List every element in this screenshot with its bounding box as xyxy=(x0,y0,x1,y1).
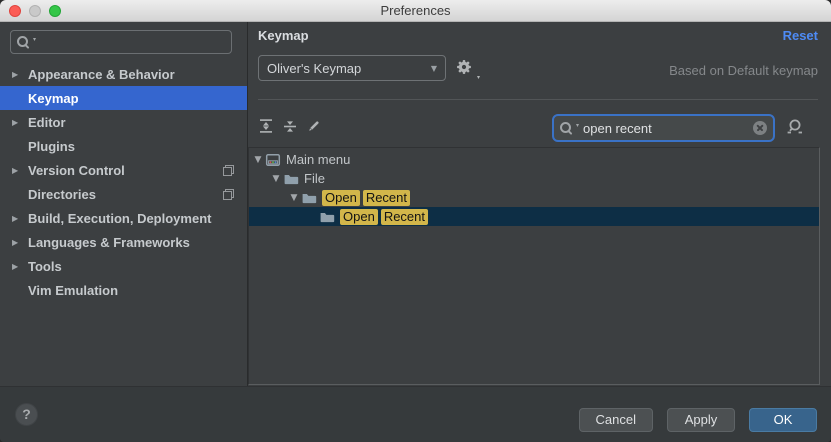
chevron-right-icon: ▶ xyxy=(12,238,28,247)
sidebar-item-label: Version Control xyxy=(28,163,125,178)
folder-icon xyxy=(319,209,335,225)
window-title: Preferences xyxy=(0,0,831,21)
sidebar-item-editor[interactable]: ▶ Editor xyxy=(0,110,247,134)
keymap-scheme-value: Oliver's Keymap xyxy=(267,61,361,76)
chevron-right-icon: ▶ xyxy=(12,262,28,271)
tree-expanded-icon[interactable]: ▼ xyxy=(251,155,265,165)
tree-node-label: File xyxy=(304,171,325,186)
sidebar-item-version-control[interactable]: ▶ Version Control xyxy=(0,158,247,182)
per-project-settings-icon xyxy=(223,189,234,200)
main-menu-icon xyxy=(265,152,281,168)
titlebar: Preferences xyxy=(0,0,831,22)
sidebar-item-label: Appearance & Behavior xyxy=(28,67,175,82)
sidebar-item-label: Keymap xyxy=(28,91,79,106)
close-window-button[interactable] xyxy=(9,5,21,17)
search-match-highlight: Recent xyxy=(363,190,410,206)
sidebar-item-label: Tools xyxy=(28,259,62,274)
keymap-settings-gear-button[interactable]: ▾ xyxy=(455,58,477,80)
sidebar-item-keymap[interactable]: Keymap xyxy=(0,86,247,110)
reset-link[interactable]: Reset xyxy=(783,28,818,43)
search-icon xyxy=(17,35,32,49)
sidebar-item-languages-frameworks[interactable]: ▶ Languages & Frameworks xyxy=(0,230,247,254)
ok-button[interactable]: OK xyxy=(749,408,817,432)
search-match-highlight: Recent xyxy=(381,209,428,225)
tree-node-label: Main menu xyxy=(286,152,350,167)
gear-icon xyxy=(455,58,473,76)
sidebar-item-tools[interactable]: ▶ Tools xyxy=(0,254,247,278)
search-match-highlight: Open xyxy=(322,190,360,206)
sidebar-item-label: Build, Execution, Deployment xyxy=(28,211,211,226)
dialog-content: ▾ ▶ Appearance & Behavior Keymap ▶ Edito… xyxy=(0,22,831,386)
cancel-button[interactable]: Cancel xyxy=(579,408,653,432)
search-options-caret-icon: ▾ xyxy=(576,122,579,129)
sidebar-item-build-execution-deployment[interactable]: ▶ Build, Execution, Deployment xyxy=(0,206,247,230)
sidebar-item-label: Vim Emulation xyxy=(28,283,118,298)
folder-icon xyxy=(283,171,299,187)
edit-shortcut-button[interactable] xyxy=(306,118,322,134)
search-options-caret-icon: ▾ xyxy=(33,36,36,43)
based-on-label: Based on Default keymap xyxy=(669,63,818,78)
page-title: Keymap xyxy=(258,28,309,43)
sidebar-item-directories[interactable]: Directories xyxy=(0,182,247,206)
header-separator xyxy=(258,99,818,100)
chevron-right-icon: ▶ xyxy=(12,70,28,79)
dialog-footer: ? Cancel Apply OK xyxy=(0,386,831,442)
collapse-all-button[interactable] xyxy=(282,118,298,134)
settings-search-input[interactable] xyxy=(40,35,225,50)
expand-all-button[interactable] xyxy=(258,118,274,134)
zoom-window-button[interactable] xyxy=(49,5,61,17)
folder-icon xyxy=(301,190,317,206)
search-match-highlight: Open xyxy=(340,209,378,225)
sidebar-item-vim-emulation[interactable]: Vim Emulation xyxy=(0,278,247,302)
settings-sidebar: ▾ ▶ Appearance & Behavior Keymap ▶ Edito… xyxy=(0,22,248,386)
clear-search-icon[interactable] xyxy=(753,121,767,135)
sidebar-item-label: Editor xyxy=(28,115,66,130)
keymap-actions-tree: ▼ Main menu ▼ File xyxy=(248,147,820,385)
tree-expanded-icon[interactable]: ▼ xyxy=(269,174,283,184)
help-button[interactable]: ? xyxy=(15,403,38,426)
sidebar-item-label: Directories xyxy=(28,187,96,202)
sidebar-item-plugins[interactable]: Plugins xyxy=(0,134,247,158)
tree-row-file[interactable]: ▼ File xyxy=(249,169,819,188)
chevron-down-icon: ▼ xyxy=(431,64,437,73)
settings-search-box[interactable]: ▾ xyxy=(10,30,232,54)
preferences-window: Preferences ▾ ▶ Appearance & Behavior Ke… xyxy=(0,0,831,442)
minimize-window-button[interactable] xyxy=(29,5,41,17)
chevron-right-icon: ▶ xyxy=(12,214,28,223)
keymap-search-box[interactable]: ▾ xyxy=(552,114,775,142)
dialog-buttons: Cancel Apply OK xyxy=(579,408,817,432)
apply-button[interactable]: Apply xyxy=(667,408,735,432)
per-project-settings-icon xyxy=(223,165,234,176)
chevron-right-icon: ▶ xyxy=(12,118,28,127)
tree-row-open-recent-parent[interactable]: ▼ Open Recent xyxy=(249,188,819,207)
find-by-shortcut-button[interactable] xyxy=(785,117,805,137)
tree-row-main-menu[interactable]: ▼ Main menu xyxy=(249,150,819,169)
settings-category-list: ▶ Appearance & Behavior Keymap ▶ Editor … xyxy=(0,62,247,302)
sidebar-item-label: Plugins xyxy=(28,139,75,154)
search-icon xyxy=(560,121,575,135)
keymap-page: Keymap Reset Oliver's Keymap ▼ xyxy=(248,22,831,386)
sidebar-item-label: Languages & Frameworks xyxy=(28,235,190,250)
keymap-scheme-select[interactable]: Oliver's Keymap ▼ xyxy=(258,55,446,81)
tree-row-open-recent-selected[interactable]: ▼ Open Recent xyxy=(249,207,819,226)
keymap-search-input[interactable] xyxy=(583,121,753,136)
tree-expanded-icon[interactable]: ▼ xyxy=(287,193,301,203)
sidebar-item-appearance-behavior[interactable]: ▶ Appearance & Behavior xyxy=(0,62,247,86)
gear-caret-icon: ▾ xyxy=(477,74,480,81)
chevron-right-icon: ▶ xyxy=(12,166,28,175)
